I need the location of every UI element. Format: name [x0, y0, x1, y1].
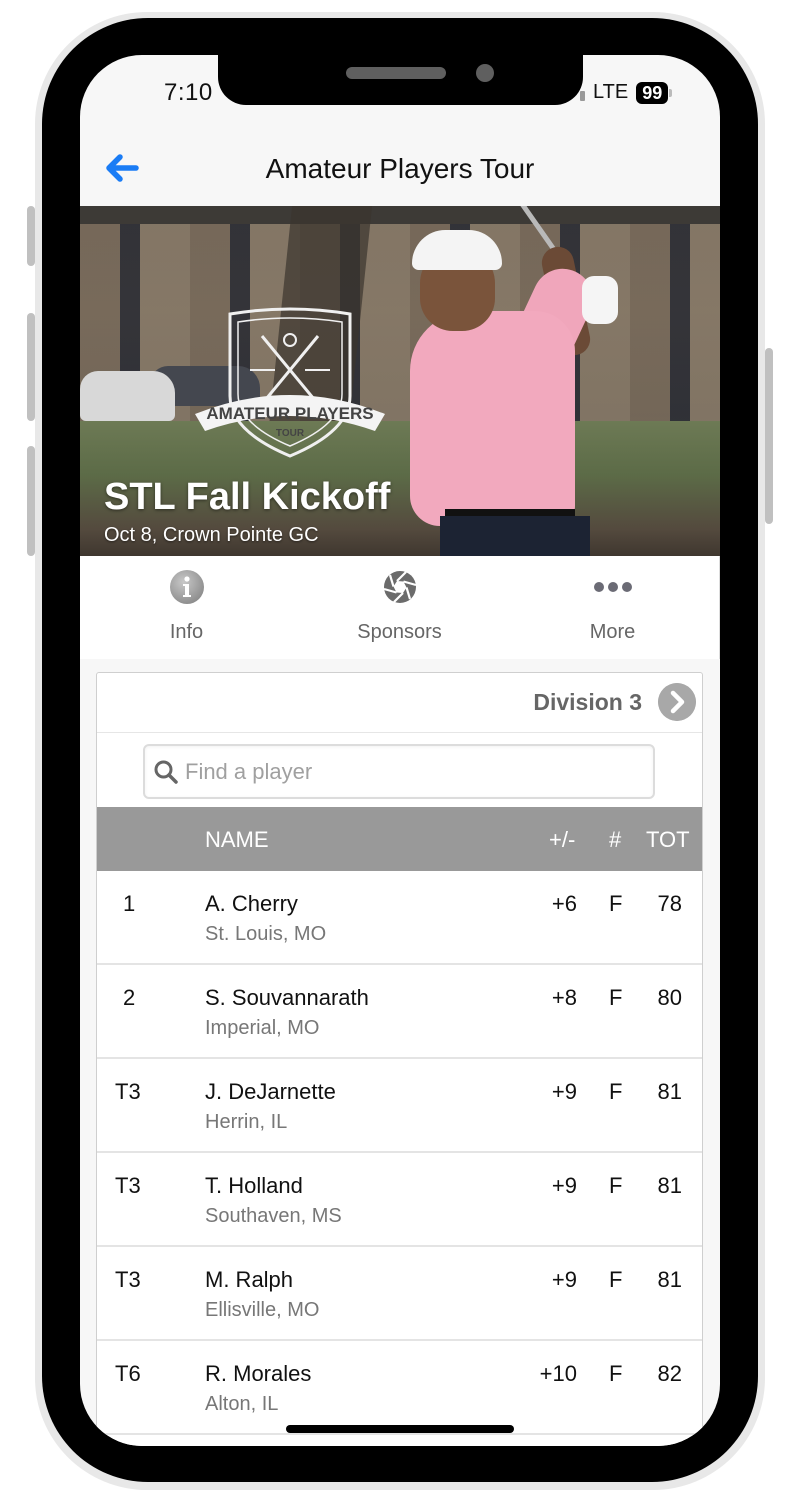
app-screen: 7:10 LTE 99 Amateur Players Tour AMATEUR… — [80, 55, 720, 1446]
tab-sponsors-label: Sponsors — [357, 621, 442, 643]
player-name: R. Morales — [205, 1361, 312, 1386]
player-total: 80 — [657, 985, 682, 1010]
tab-info[interactable]: Info — [80, 556, 293, 659]
player-location: Ellisville, MO — [205, 1299, 320, 1321]
player-search-input[interactable] — [185, 758, 625, 785]
event-tabs: Info Sponsors More — [80, 556, 720, 659]
player-hole: F — [609, 1361, 623, 1386]
player-plus-minus: +10 — [539, 1361, 577, 1386]
volume-down-button — [27, 446, 35, 556]
search-icon — [154, 760, 178, 784]
golfer-pants — [440, 516, 590, 556]
player-position: 2 — [123, 985, 136, 1010]
logo-text: AMATEUR PLAYERS — [206, 404, 373, 423]
tab-sponsors[interactable]: Sponsors — [293, 556, 506, 659]
division-selector[interactable]: Division 3 — [97, 673, 702, 733]
table-row[interactable]: T3 T. Holland Southaven, MS +9 F 81 — [97, 1153, 702, 1247]
event-hero-banner: AMATEUR PLAYERS TOUR STL Fall Kickoff Oc… — [80, 206, 720, 556]
division-label: Division 3 — [533, 689, 642, 715]
power-button — [765, 348, 773, 524]
column-header-hole[interactable]: # — [609, 827, 621, 853]
golfer-glove — [582, 276, 618, 324]
player-location: Imperial, MO — [205, 1017, 320, 1039]
player-name: A. Cherry — [205, 891, 298, 916]
battery-icon — [669, 88, 673, 97]
volume-up-button — [27, 313, 35, 421]
background-roof — [80, 206, 720, 224]
home-indicator[interactable] — [286, 1425, 514, 1433]
player-plus-minus: +9 — [551, 1267, 577, 1292]
golfer-shirt — [410, 311, 575, 526]
golfer-cap — [412, 230, 502, 270]
search-box[interactable] — [143, 744, 655, 799]
player-total: 81 — [657, 1173, 682, 1198]
leaderboard-card: Division 3 NAME +/- # TOT 1 A. Cherry — [96, 672, 703, 1446]
player-name: J. DeJarnette — [205, 1079, 336, 1104]
player-total: 81 — [657, 1079, 682, 1104]
player-location: Herrin, IL — [205, 1111, 288, 1133]
search-section — [97, 733, 702, 807]
table-header: NAME +/- # TOT — [97, 807, 702, 871]
player-name: S. Souvannarath — [205, 985, 369, 1010]
event-subtitle: Oct 8, Crown Pointe GC — [104, 524, 319, 546]
status-time: 7:10 — [164, 79, 213, 106]
network-type: LTE — [593, 81, 629, 103]
leaderboard-rows: 1 A. Cherry St. Louis, MO +6 F 78 2 S. S… — [97, 871, 702, 1435]
tab-more[interactable]: More — [506, 556, 719, 659]
table-row[interactable]: T6 R. Morales Alton, IL +10 F 82 — [97, 1341, 702, 1435]
tab-more-label: More — [589, 621, 636, 643]
player-position: T6 — [115, 1361, 141, 1386]
mute-switch — [27, 206, 35, 266]
tab-info-label: Info — [169, 621, 204, 643]
status-indicators: LTE 99 — [580, 81, 673, 104]
battery-level: 99 — [636, 81, 669, 104]
player-position: T3 — [115, 1267, 141, 1292]
table-row[interactable]: 1 A. Cherry St. Louis, MO +6 F 78 — [97, 871, 702, 965]
chevron-right-icon[interactable] — [658, 683, 696, 721]
player-position: T3 — [115, 1079, 141, 1104]
signal-icon — [580, 90, 585, 101]
player-total: 78 — [657, 891, 682, 916]
table-row[interactable]: T3 J. DeJarnette Herrin, IL +9 F 81 — [97, 1059, 702, 1153]
player-position: T3 — [115, 1173, 141, 1198]
event-title: STL Fall Kickoff — [104, 476, 391, 518]
info-icon — [169, 570, 204, 604]
logo-subtext: TOUR — [276, 428, 305, 439]
navigation-bar: Amateur Players Tour — [80, 135, 720, 205]
player-hole: F — [609, 1079, 623, 1104]
player-plus-minus: +8 — [551, 985, 577, 1010]
player-plus-minus: +9 — [551, 1173, 577, 1198]
player-hole: F — [609, 1267, 623, 1292]
player-plus-minus: +6 — [551, 891, 577, 916]
player-plus-minus: +9 — [551, 1079, 577, 1104]
player-hole: F — [609, 891, 623, 916]
aperture-icon — [383, 571, 416, 603]
player-name: T. Holland — [205, 1173, 303, 1198]
player-total: 81 — [657, 1267, 682, 1292]
player-location: Southaven, MS — [205, 1205, 342, 1227]
column-header-plus-minus[interactable]: +/- — [549, 827, 575, 853]
speaker-grille — [346, 67, 446, 79]
column-header-total[interactable]: TOT — [646, 827, 690, 853]
notch — [218, 55, 583, 105]
player-position: 1 — [123, 891, 136, 916]
table-row[interactable]: T3 M. Ralph Ellisville, MO +9 F 81 — [97, 1247, 702, 1341]
background-car — [80, 371, 175, 421]
front-camera — [476, 64, 494, 82]
page-title: Amateur Players Tour — [265, 153, 535, 184]
player-hole: F — [609, 1173, 623, 1198]
player-name: M. Ralph — [205, 1267, 294, 1292]
player-hole: F — [609, 985, 623, 1010]
more-dots-icon — [593, 582, 632, 592]
player-total: 82 — [657, 1361, 682, 1386]
column-header-name[interactable]: NAME — [205, 827, 269, 853]
player-location: St. Louis, MO — [205, 923, 327, 945]
player-location: Alton, IL — [205, 1393, 279, 1415]
table-row[interactable]: 2 S. Souvannarath Imperial, MO +8 F 80 — [97, 965, 702, 1059]
tour-logo-icon: AMATEUR PLAYERS TOUR — [195, 307, 385, 458]
